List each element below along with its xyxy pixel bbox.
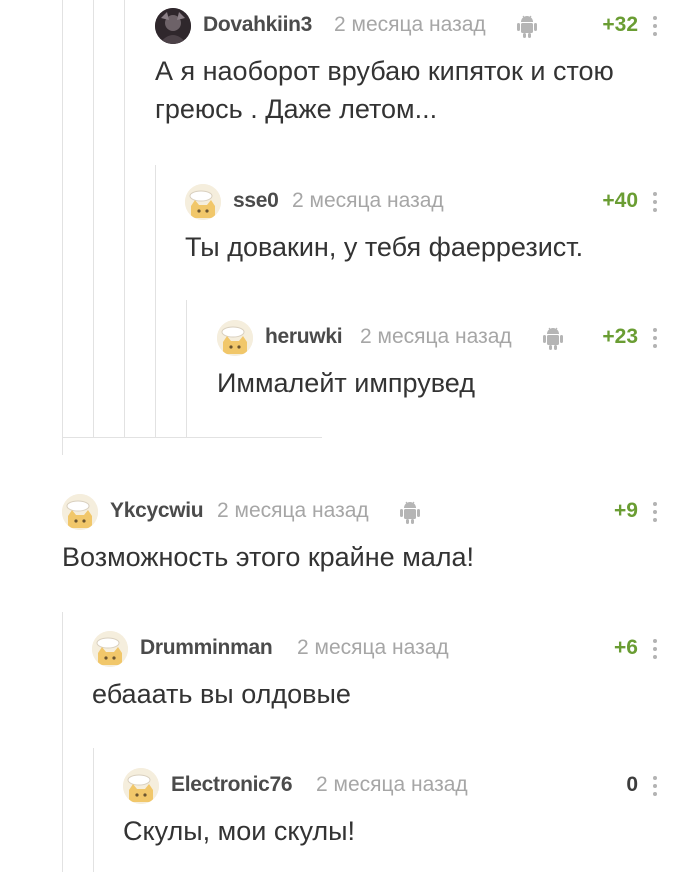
comment-text: Иммалейт импрувед [217,364,660,402]
comment: sse0 2 месяца назад +40 Ты довакин, у те… [185,184,660,266]
rating: +40 [602,189,638,212]
avatar[interactable] [155,8,191,44]
comment-text-line: А я наоборот врубаю кипяток и стою [155,56,614,86]
more-options-icon[interactable] [650,637,660,661]
comment-text-line: Иммалейт импрувед [217,368,475,398]
comment-text: Ты довакин, у тебя фаеррезист. [185,228,660,266]
android-icon [399,499,421,525]
username[interactable]: Dovahkiin3 [203,13,312,37]
thread-line [186,300,187,438]
more-options-icon[interactable] [650,190,660,214]
thread-line [93,0,94,438]
timestamp[interactable]: 2 месяца назад [292,189,444,213]
timestamp[interactable]: 2 месяца назад [334,13,486,37]
username[interactable]: Drumminman [140,636,273,660]
thread-line [62,0,63,455]
timestamp[interactable]: 2 месяца назад [316,773,468,797]
comment: Ykcycwiu 2 месяца назад +9 Возможность э… [62,494,660,576]
comment-text-line: Скулы, мои скулы! [123,816,356,846]
comment-text: Скулы, мои скулы! [123,812,660,850]
thread-line [62,612,63,872]
username[interactable]: sse0 [233,189,279,213]
timestamp[interactable]: 2 месяца назад [360,325,512,349]
default-cat-avatar[interactable] [123,768,159,804]
rating: +9 [614,499,638,522]
default-cat-avatar[interactable] [62,494,98,530]
more-options-icon[interactable] [650,14,660,38]
comment-header: Electronic76 2 месяца назад 0 [123,768,660,804]
comment: Electronic76 2 месяца назад 0 Скулы, мои… [123,768,660,850]
more-options-icon[interactable] [650,774,660,798]
more-options-icon[interactable] [650,326,660,350]
default-cat-avatar[interactable] [185,184,221,220]
android-icon [542,325,564,351]
comment-header: Ykcycwiu 2 месяца назад +9 [62,494,660,530]
comment-text: Возможность этого крайне мала! [62,538,660,576]
comment-text-line: греюсь . Даже летом... [155,94,438,124]
android-icon [516,13,538,39]
thread-line [93,748,94,872]
rating: +23 [602,325,638,348]
thread-line [155,165,156,438]
timestamp[interactable]: 2 месяца назад [217,499,369,523]
comment-text-line: ебааать вы олдовые [92,679,351,709]
comment-text: А я наоборот врубаю кипяток и стою греюс… [155,52,660,128]
comment-text-line: Ты довакин, у тебя фаеррезист. [185,232,584,262]
comment-header: heruwki 2 месяца назад +23 [217,320,660,356]
rating: +6 [614,636,638,659]
rating: +32 [602,13,638,36]
thread-line [124,0,125,438]
comment: Dovahkiin3 2 месяца назад +32 А я наобор… [155,8,660,128]
comment-text: ебааать вы олдовые [92,675,660,713]
comment-header: Dovahkiin3 2 месяца назад +32 [155,8,660,44]
more-options-icon[interactable] [650,500,660,524]
username[interactable]: Ykcycwiu [110,499,204,523]
comment: heruwki 2 месяца назад +23 Иммалейт импр… [217,320,660,402]
username[interactable]: Electronic76 [171,773,293,797]
thread-separator [62,437,322,438]
comment: Drumminman 2 месяца назад +6 ебааать вы … [92,631,660,713]
comment-header: sse0 2 месяца назад +40 [185,184,660,220]
timestamp[interactable]: 2 месяца назад [297,636,449,660]
default-cat-avatar[interactable] [217,320,253,356]
comment-text-line: Возможность этого крайне мала! [62,542,475,572]
default-cat-avatar[interactable] [92,631,128,667]
rating: 0 [626,773,638,796]
username[interactable]: heruwki [265,325,343,349]
comment-header: Drumminman 2 месяца назад +6 [92,631,660,667]
